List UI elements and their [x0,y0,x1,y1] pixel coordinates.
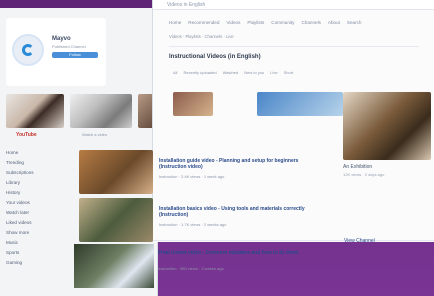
lower-video-meta: Instruction · 980 views · 3 weeks ago [158,266,224,271]
filter-chip[interactable]: All [173,69,177,77]
logo-inner-icon [22,44,34,56]
sidebar-item[interactable]: Library [6,178,66,188]
main-window: Videos in English Home Recommended Video… [79,0,434,242]
sidebar-item[interactable]: Music [6,238,66,248]
video-item[interactable]: Installation basics video - Using tools … [79,198,434,242]
section-heading: Instructional Videos (in English) [169,54,261,60]
tab-recommended[interactable]: Recommended [188,18,219,28]
thumb-screenshot[interactable] [70,94,132,128]
tab-channels[interactable]: Channels [301,18,320,28]
youtube-logo[interactable]: YouTube [16,132,37,138]
profile-name: Mayvo [52,36,71,42]
sidebar-item[interactable]: Trending [6,158,66,168]
video-title[interactable]: Installation basics video - Using tools … [159,206,319,218]
follow-button-label: Follow [69,52,81,57]
sidebar-item[interactable]: Gaming [6,258,66,268]
main-topbar: Videos in English [153,0,434,10]
sidebar-item[interactable]: Liked videos [6,218,66,228]
sidebar-item[interactable]: Watch later [6,208,66,218]
tab-home[interactable]: Home [169,18,181,28]
sidebar-item[interactable]: Sports [6,248,66,258]
sidebar-item[interactable]: Home [6,148,66,158]
video-meta: Instruction · 1.7K views · 2 weeks ago [159,222,227,227]
sidebar-list: Home Trending Subscriptions Library Hist… [6,148,66,268]
tab-videos[interactable]: Videos [226,18,240,28]
sidebar-item[interactable]: History [6,188,66,198]
sidebar-item[interactable]: Subscriptions [6,168,66,178]
main-tabs: Home Recommended Videos Playlists Commun… [169,18,434,28]
main-topbar-title: Videos in English [167,2,206,8]
follow-button[interactable]: Follow [52,52,98,58]
video-item[interactable]: Installation guide video - Planning and … [79,150,434,194]
filter-row: All Recently uploaded Watched New to you… [173,69,433,77]
filter-chip[interactable]: Recently uploaded [183,69,216,77]
profile-subtitle: Published Channel [52,44,86,49]
profile-card: Mayvo Published Channel Follow [6,18,106,86]
thumb-caption: Watch a video [82,132,108,137]
hero-strip [173,92,343,116]
video-meta: Instruction · 2.4K views · 1 week ago [159,174,225,179]
view-channel-link[interactable]: View Channel [344,238,375,244]
video-title[interactable]: Installation guide video - Planning and … [159,158,319,170]
thumb-person[interactable] [6,94,64,128]
hero-card[interactable] [257,92,343,116]
video-list: Installation guide video - Planning and … [79,150,434,250]
main-subline: Videos · Playlists · Channels · Live [169,34,234,39]
lower-video-thumb[interactable] [74,244,154,288]
filter-chip[interactable]: New to you [244,69,264,77]
channel-logo-icon [12,34,44,66]
filter-chip[interactable]: Short [284,69,294,77]
tab-playlists[interactable]: Playlists [247,18,264,28]
tab-about[interactable]: About [328,18,340,28]
divider [169,46,419,47]
filter-chip[interactable]: Watched [223,69,239,77]
divider [153,240,434,241]
tab-community[interactable]: Community [271,18,294,28]
featured-thumb-row [6,94,157,128]
filter-chip[interactable]: Live [270,69,277,77]
video-thumbnail[interactable] [79,150,153,194]
video-thumbnail[interactable] [79,198,153,242]
lower-video-title[interactable]: Final review video - Common mistakes and… [158,250,328,256]
sidebar-item[interactable]: Your videos [6,198,66,208]
sidebar-item[interactable]: Show more [6,228,66,238]
tab-search[interactable]: Search [347,18,362,28]
hero-card[interactable] [173,92,213,116]
